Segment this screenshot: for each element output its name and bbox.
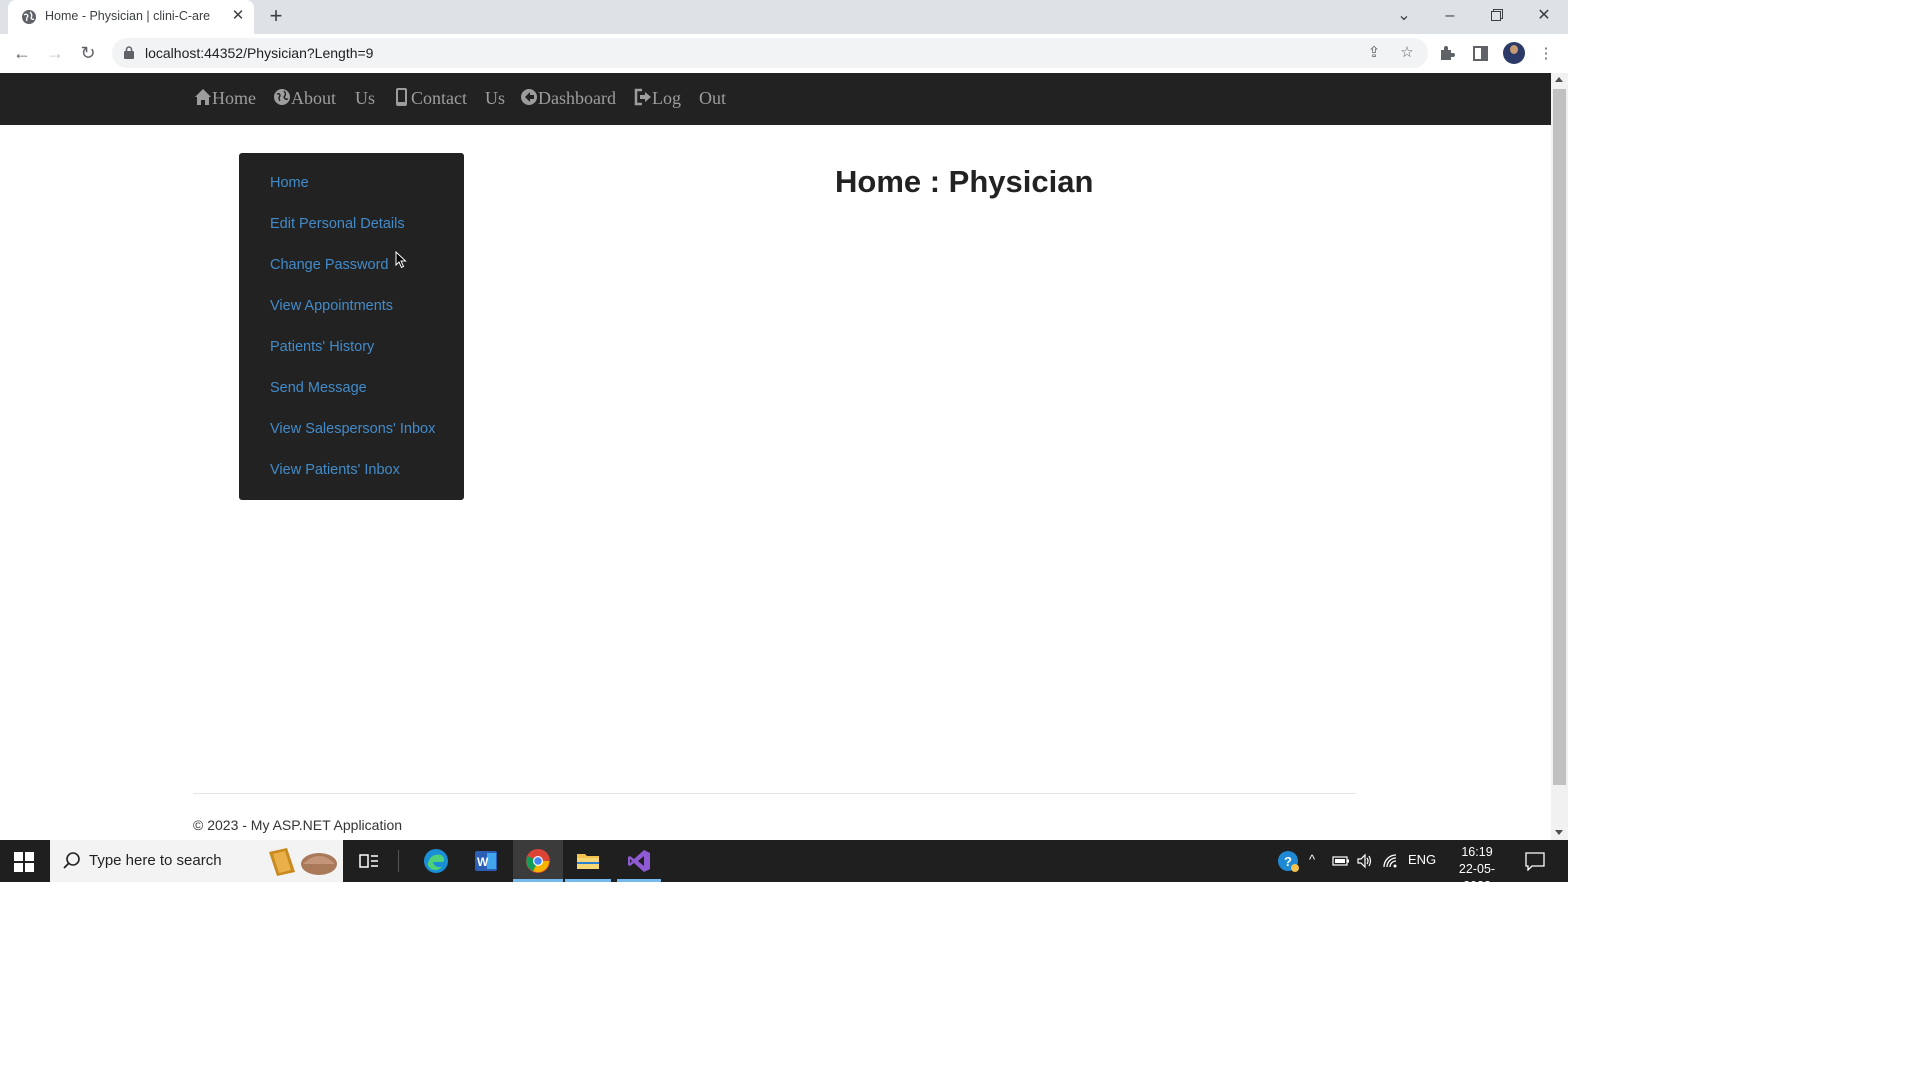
footer-copyright: © 2023 - My ASP.NET Application [193, 817, 403, 833]
new-tab-button[interactable]: + [265, 5, 287, 28]
sidebar-item-view-patients-inbox[interactable]: View Patients' Inbox [270, 462, 400, 478]
nav-about[interactable]: About [273, 88, 336, 109]
word-icon[interactable]: W [473, 848, 499, 874]
page-scrollbar[interactable] [1551, 73, 1568, 840]
nav-home-label: Home [212, 88, 256, 108]
sidebar-menu: Home Edit Personal Details Change Passwo… [239, 153, 464, 500]
footer-divider [193, 793, 1356, 794]
lock-icon [124, 46, 134, 59]
scroll-thumb[interactable] [1553, 89, 1566, 785]
explorer-indicator [565, 879, 611, 882]
visual-studio-indicator [617, 879, 661, 882]
windows-taskbar: Type here to search W ? ^ ENG 16:19 22-0… [0, 840, 1568, 893]
browser-tab[interactable]: Home - Physician | clini-C-are ✕ [8, 0, 254, 34]
nav-dashboard-label: Dashboard [538, 88, 616, 108]
restore-icon[interactable] [1484, 4, 1510, 28]
screen: Home - Physician | clini-C-are ✕ + ⌄ – ✕… [0, 0, 1568, 893]
sidebar-item-view-appointments[interactable]: View Appointments [270, 298, 393, 314]
clock-time: 16:19 [1461, 845, 1493, 859]
chevron-up-icon[interactable]: ^ [1309, 852, 1315, 867]
extensions-icon[interactable] [1436, 43, 1458, 65]
share-icon[interactable]: ⇪ [1364, 43, 1384, 63]
logout-icon [634, 88, 651, 106]
search-icon [63, 852, 80, 869]
nav-logout[interactable]: Log [634, 88, 681, 109]
close-tab-icon[interactable]: ✕ [230, 8, 246, 24]
globe-icon [22, 10, 36, 24]
reload-icon[interactable]: ↻ [77, 42, 99, 64]
svg-text:?: ? [1284, 854, 1292, 869]
globe-icon [274, 89, 290, 105]
volume-icon[interactable] [1356, 853, 1374, 869]
clock-date: 22-05-2023 [1458, 862, 1496, 893]
search-placeholder: Type here to search [89, 852, 222, 869]
url-text: localhost:44352/Physician?Length=9 [145, 45, 374, 61]
notifications-icon[interactable] [1524, 851, 1546, 871]
svg-text:W: W [477, 855, 489, 869]
mouse-cursor-icon [395, 251, 407, 269]
phone-icon [396, 88, 407, 106]
sidebar-item-edit-personal-details[interactable]: Edit Personal Details [270, 216, 405, 232]
sidebar-item-send-message[interactable]: Send Message [270, 380, 367, 396]
nav-about-label: About [291, 88, 336, 108]
search-highlight-icon [269, 848, 337, 876]
taskbar-separator [398, 850, 399, 872]
nav-about-us[interactable]: Us [355, 88, 375, 109]
visual-studio-icon[interactable] [626, 848, 652, 874]
sidebar-item-view-salespersons-inbox[interactable]: View Salespersons' Inbox [270, 421, 435, 437]
help-icon[interactable]: ? [1276, 849, 1300, 873]
nav-contact[interactable]: Contact [393, 88, 467, 109]
battery-icon[interactable] [1332, 854, 1350, 868]
nav-contact-us[interactable]: Us [485, 88, 505, 109]
taskbar-search-box[interactable]: Type here to search [50, 840, 343, 882]
browser-toolbar: ← → ↻ localhost:44352/Physician?Length=9… [0, 34, 1568, 72]
sidebar-item-patients-history[interactable]: Patients' History [270, 339, 374, 355]
bookmark-star-icon[interactable]: ☆ [1397, 43, 1417, 63]
close-window-icon[interactable]: ✕ [1531, 4, 1557, 28]
system-clock[interactable]: 16:19 22-05-2023 [1446, 844, 1508, 895]
page-title: Home : Physician [835, 164, 1094, 199]
profile-avatar[interactable] [1503, 42, 1525, 64]
tab-search-icon[interactable]: ⌄ [1391, 4, 1417, 28]
minimize-icon[interactable]: – [1437, 4, 1463, 28]
wifi-icon[interactable] [1382, 853, 1400, 869]
edge-browser-icon[interactable] [423, 848, 449, 874]
scroll-down-icon[interactable] [1555, 830, 1563, 835]
language-indicator[interactable]: ENG [1408, 852, 1436, 867]
nav-logout-label: Log [652, 88, 681, 108]
task-view-icon[interactable] [356, 848, 382, 874]
menu-icon[interactable]: ⋮ [1535, 43, 1557, 65]
back-icon[interactable]: ← [11, 42, 33, 64]
page-viewport: Home About Us Contact Us Dashboard Log O… [0, 73, 1551, 840]
windows-start-icon[interactable] [14, 852, 34, 872]
address-bar[interactable]: localhost:44352/Physician?Length=9 ⇪ ☆ [112, 38, 1428, 68]
file-explorer-icon[interactable] [575, 848, 601, 874]
home-icon [195, 89, 211, 105]
chrome-icon[interactable] [525, 848, 551, 874]
chrome-active-indicator [513, 879, 563, 882]
nav-dashboard[interactable]: Dashboard [520, 88, 616, 109]
browser-tab-strip: Home - Physician | clini-C-are ✕ + ⌄ – ✕ [0, 0, 1568, 34]
scroll-up-icon[interactable] [1555, 77, 1563, 82]
arrow-circle-icon [521, 89, 537, 105]
nav-contact-label: Contact [411, 88, 467, 108]
site-navbar: Home About Us Contact Us Dashboard Log O… [0, 73, 1551, 125]
tab-title: Home - Physician | clini-C-are [45, 9, 211, 23]
sidebar-item-home[interactable]: Home [270, 175, 309, 191]
forward-icon[interactable]: → [44, 42, 66, 64]
side-panel-icon[interactable] [1469, 43, 1491, 65]
sidebar-item-change-password[interactable]: Change Password [270, 257, 389, 273]
nav-logout-out[interactable]: Out [699, 88, 726, 109]
nav-home[interactable]: Home [194, 88, 256, 109]
